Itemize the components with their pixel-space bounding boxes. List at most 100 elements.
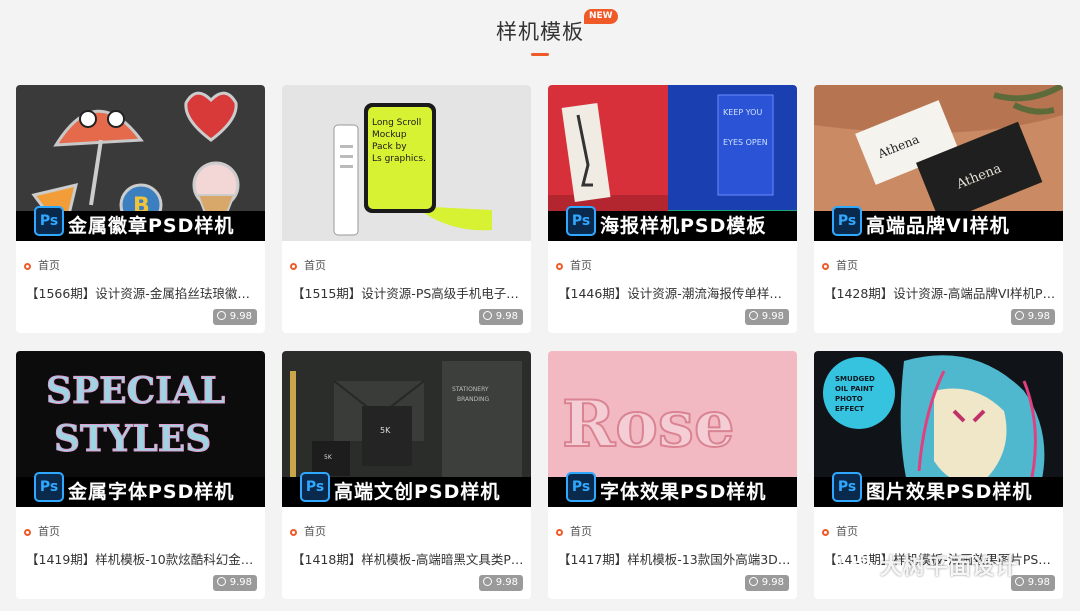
banner-label: 字体效果PSD样机 — [600, 481, 767, 503]
category-label: 首页 — [570, 525, 592, 538]
banner-strip: Ps 字体效果PSD样机 — [548, 472, 797, 507]
banner-label: 海报样机PSD模板 — [600, 215, 767, 237]
banner-label: 金属徽章PSD样机 — [68, 215, 235, 237]
category-label: 首页 — [570, 259, 592, 272]
svg-text:SPECIAL: SPECIAL — [46, 370, 225, 412]
photoshop-icon: Ps — [832, 472, 862, 502]
banner-strip: Ps 金属徽章PSD样机 — [16, 206, 265, 241]
svg-text:OIL PAINT: OIL PAINT — [835, 385, 874, 393]
category-dot-icon — [556, 263, 563, 270]
category-dot-icon — [24, 529, 31, 536]
category-tag[interactable]: 首页 — [24, 523, 60, 539]
coin-icon — [216, 311, 226, 320]
card-thumbnail[interactable]: KEEP YOU EYES OPEN Ps 海报样机PSD模板 — [548, 85, 797, 241]
photoshop-icon: Ps — [566, 206, 596, 236]
price-badge: 9.98 — [744, 575, 789, 591]
post-title-link[interactable]: 【1428期】设计资源-高端品牌VI样机PSD模板 — [824, 283, 1059, 302]
svg-text:5K: 5K — [324, 454, 333, 461]
photoshop-icon: Ps — [34, 472, 64, 502]
svg-text:Rose: Rose — [562, 387, 735, 462]
resource-card[interactable]: B Ps 金属徽章PSD样机 首页 【1566期】设计资源-金属掐丝珐琅徽章PS… — [16, 85, 265, 333]
coin-icon — [748, 577, 758, 586]
category-dot-icon — [290, 263, 297, 270]
watermark: 大树平面设计 — [838, 545, 1058, 581]
new-badge: NEW — [584, 9, 618, 24]
card-thumbnail[interactable]: SPECIAL STYLES Ps 金属字体PSD样机 — [16, 351, 265, 507]
svg-text:Pack by: Pack by — [372, 142, 407, 152]
price-badge: 9.98 — [212, 575, 257, 591]
post-title-link[interactable]: 【1446期】设计资源-潮流海报传单样机PSD模板 — [558, 283, 793, 302]
price-value: 9.98 — [761, 577, 784, 588]
category-dot-icon — [556, 529, 563, 536]
resource-card[interactable]: Rose Ps 字体效果PSD样机 首页 【1417期】样机模板-13款国外高端… — [548, 351, 797, 599]
svg-text:Long Scroll: Long Scroll — [372, 118, 421, 128]
category-label: 首页 — [836, 259, 858, 272]
watermark-text: 大树平面设计 — [880, 555, 1019, 580]
photoshop-icon: Ps — [832, 206, 862, 236]
banner-label: 金属字体PSD样机 — [68, 481, 235, 503]
resource-card[interactable]: KEEP YOU EYES OPEN Ps 海报样机PSD模板 首页 【1446… — [548, 85, 797, 333]
post-title-link[interactable]: 【1566期】设计资源-金属掐丝珐琅徽章PSD样机 — [26, 283, 261, 302]
category-tag[interactable]: 首页 — [556, 523, 592, 539]
banner-label: 高端品牌VI样机 — [866, 215, 1010, 237]
svg-text:5K: 5K — [380, 426, 391, 435]
svg-text:EFFECT: EFFECT — [835, 405, 864, 413]
category-dot-icon — [24, 263, 31, 270]
coin-icon — [1014, 311, 1024, 320]
coin-icon — [748, 311, 758, 320]
resource-card[interactable]: 5K 5K STATIONERY BRANDING Ps 高端文创PSD样机 首… — [282, 351, 531, 599]
photoshop-icon: Ps — [34, 206, 64, 236]
photoshop-icon: Ps — [300, 472, 330, 502]
price-badge: 9.98 — [478, 309, 523, 325]
card-thumbnail[interactable]: SMUDGED OIL PAINT PHOTO EFFECT Ps 图片效果PS… — [814, 351, 1063, 507]
post-title-link[interactable]: 【1417期】样机模板-13款国外高端3D字体效果PSD样机 — [558, 549, 793, 568]
coin-icon — [482, 311, 492, 320]
category-label: 首页 — [38, 525, 60, 538]
category-dot-icon — [822, 263, 829, 270]
category-tag[interactable]: 首页 — [24, 257, 60, 273]
scroll-mockup-image: Long Scroll Mockup Pack by Ls graphics. — [282, 85, 531, 241]
price-value: 9.98 — [229, 577, 252, 588]
category-dot-icon — [822, 529, 829, 536]
category-tag[interactable]: 首页 — [556, 257, 592, 273]
card-thumbnail[interactable]: Rose Ps 字体效果PSD样机 — [548, 351, 797, 507]
banner-strip: Ps 海报样机PSD模板 — [548, 206, 797, 241]
price-value: 9.98 — [229, 311, 252, 322]
price-badge: 9.98 — [1010, 309, 1055, 325]
resource-card[interactable]: Athena Athena Ps 高端品牌VI样机 首页 【1428期】设计资源… — [814, 85, 1063, 333]
price-badge: 9.98 — [212, 309, 257, 325]
category-tag[interactable]: 首页 — [290, 523, 326, 539]
category-tag[interactable]: 首页 — [822, 257, 858, 273]
post-title-link[interactable]: 【1419期】样机模板-10款炫酷科幻金属字体PSD样机 — [26, 549, 261, 568]
section-header: 样机模板 NEW — [0, 0, 1080, 70]
banner-strip: Ps 图片效果PSD样机 — [814, 472, 1063, 507]
category-label: 首页 — [304, 259, 326, 272]
price-value: 9.98 — [495, 311, 518, 322]
price-badge: 9.98 — [744, 309, 789, 325]
banner-strip: Ps 金属字体PSD样机 — [16, 472, 265, 507]
coin-icon — [482, 577, 492, 586]
wechat-icon — [839, 550, 873, 575]
post-title-link[interactable]: 【1515期】设计资源-PS高级手机电子长图展示样机 — [292, 283, 527, 302]
price-badge: 9.98 — [478, 575, 523, 591]
post-title-link[interactable]: 【1418期】样机模板-高端暗黑文具类PSD样机 — [292, 549, 527, 568]
svg-text:STYLES: STYLES — [54, 418, 211, 460]
category-label: 首页 — [836, 525, 858, 538]
svg-text:Ls graphics.: Ls graphics. — [372, 154, 426, 164]
svg-text:PHOTO: PHOTO — [835, 395, 863, 403]
card-thumbnail[interactable]: 5K 5K STATIONERY BRANDING Ps 高端文创PSD样机 — [282, 351, 531, 507]
category-tag[interactable]: 首页 — [290, 257, 326, 273]
card-thumbnail[interactable]: B Ps 金属徽章PSD样机 — [16, 85, 265, 241]
svg-text:Mockup: Mockup — [372, 130, 407, 140]
resource-card[interactable]: SPECIAL STYLES Ps 金属字体PSD样机 首页 【1419期】样机… — [16, 351, 265, 599]
category-dot-icon — [290, 529, 297, 536]
category-tag[interactable]: 首页 — [822, 523, 858, 539]
resource-card[interactable]: Long Scroll Mockup Pack by Ls graphics. … — [282, 85, 531, 333]
card-thumbnail[interactable]: Long Scroll Mockup Pack by Ls graphics. — [282, 85, 531, 241]
price-value: 9.98 — [495, 577, 518, 588]
card-thumbnail[interactable]: Athena Athena Ps 高端品牌VI样机 — [814, 85, 1063, 241]
banner-strip: Ps 高端品牌VI样机 — [814, 206, 1063, 241]
section-title: 样机模板 — [496, 20, 584, 44]
coin-icon — [216, 577, 226, 586]
title-underline — [531, 53, 549, 56]
